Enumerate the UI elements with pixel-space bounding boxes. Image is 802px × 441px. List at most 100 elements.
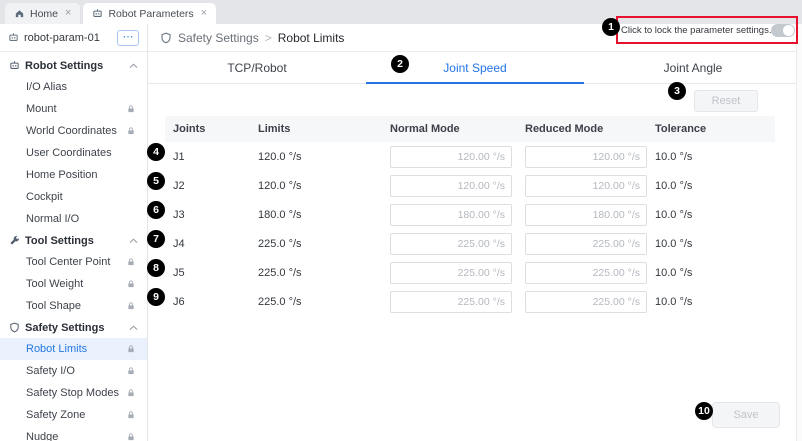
item-label: Home Position bbox=[26, 169, 98, 181]
joint-label: J5 bbox=[165, 267, 250, 279]
sidebar-item-robot-limits[interactable]: Robot Limits bbox=[0, 338, 147, 360]
sidebar-section-tool-settings[interactable]: Tool Settings bbox=[0, 230, 147, 251]
lock-settings-banner: Click to lock the parameter settings. bbox=[621, 22, 793, 38]
wrench-icon bbox=[9, 235, 20, 246]
normal-mode-input-j1[interactable] bbox=[390, 146, 512, 168]
sidebar-item-safety-io[interactable]: Safety I/O bbox=[0, 360, 147, 382]
lock-icon bbox=[126, 366, 136, 376]
close-icon[interactable]: × bbox=[201, 8, 207, 19]
vertical-scrollbar[interactable] bbox=[796, 24, 802, 441]
tab-joint-speed[interactable]: Joint Speed bbox=[366, 52, 584, 83]
app-body: robot-param-01 ⋯ Robot Settings I/O Alia… bbox=[0, 24, 802, 441]
sidebar-item-tool-center-point[interactable]: Tool Center Point bbox=[0, 251, 147, 273]
parameter-tabs: TCP/Robot Joint Speed Joint Angle bbox=[148, 52, 802, 84]
lock-settings-hint: Click to lock the parameter settings. bbox=[621, 25, 771, 36]
joint-speed-table: Joints Limits Normal Mode Reduced Mode T… bbox=[165, 116, 775, 316]
reduced-mode-input-j5[interactable] bbox=[525, 262, 647, 284]
table-row-j1: J1 120.0 °/s 10.0 °/s bbox=[165, 142, 775, 171]
reduced-mode-input-j3[interactable] bbox=[525, 204, 647, 226]
sidebar-item-world-coordinates[interactable]: World Coordinates bbox=[0, 120, 147, 142]
item-label: Safety I/O bbox=[26, 365, 75, 377]
limit-value: 120.0 °/s bbox=[250, 180, 382, 192]
breadcrumb-current: Robot Limits bbox=[278, 31, 345, 45]
sidebar-nav: Robot Settings I/O Alias Mount World Coo… bbox=[0, 52, 147, 441]
column-header-reduced-mode: Reduced Mode bbox=[517, 123, 647, 135]
sidebar-item-home-position[interactable]: Home Position bbox=[0, 164, 147, 186]
sidebar-item-user-coordinates[interactable]: User Coordinates bbox=[0, 142, 147, 164]
tab-label: TCP/Robot bbox=[227, 61, 286, 75]
chevron-up-icon bbox=[129, 325, 138, 331]
home-icon bbox=[14, 8, 25, 19]
robot-icon bbox=[92, 8, 103, 19]
tolerance-value: 10.0 °/s bbox=[647, 267, 775, 279]
table-row-j5: J5 225.0 °/s 10.0 °/s bbox=[165, 258, 775, 287]
table-row-j4: J4 225.0 °/s 10.0 °/s bbox=[165, 229, 775, 258]
joint-label: J3 bbox=[165, 209, 250, 221]
lock-icon bbox=[126, 388, 136, 398]
tolerance-value: 10.0 °/s bbox=[647, 296, 775, 308]
breadcrumb-parent[interactable]: Safety Settings bbox=[178, 31, 259, 45]
sidebar-item-normal-io[interactable]: Normal I/O bbox=[0, 208, 147, 230]
sidebar-section-robot-settings[interactable]: Robot Settings bbox=[0, 55, 147, 76]
item-label: Mount bbox=[26, 103, 57, 115]
item-label: Safety Zone bbox=[26, 409, 85, 421]
window-tabbar: Home × Robot Parameters × bbox=[0, 0, 802, 24]
sidebar-section-safety-settings[interactable]: Safety Settings bbox=[0, 317, 147, 338]
window-tab-label: Home bbox=[30, 8, 58, 20]
column-header-tolerance: Tolerance bbox=[647, 123, 775, 135]
item-label: I/O Alias bbox=[26, 81, 67, 93]
item-label: Normal I/O bbox=[26, 213, 79, 225]
window-tab-robot-parameters[interactable]: Robot Parameters × bbox=[83, 3, 216, 24]
table-row-j6: J6 225.0 °/s 10.0 °/s bbox=[165, 287, 775, 316]
app-window: Home × Robot Parameters × robot-param-01… bbox=[0, 0, 802, 441]
joint-label: J4 bbox=[165, 238, 250, 250]
window-tab-home[interactable]: Home × bbox=[5, 3, 80, 24]
reduced-mode-input-j4[interactable] bbox=[525, 233, 647, 255]
limit-value: 225.0 °/s bbox=[250, 296, 382, 308]
sidebar-item-io-alias[interactable]: I/O Alias bbox=[0, 76, 147, 98]
sidebar-item-tool-weight[interactable]: Tool Weight bbox=[0, 273, 147, 295]
item-label: Safety Stop Modes bbox=[26, 387, 119, 399]
lock-icon bbox=[126, 126, 136, 136]
limit-value: 120.0 °/s bbox=[250, 151, 382, 163]
tolerance-value: 10.0 °/s bbox=[647, 151, 775, 163]
toggle-knob bbox=[783, 25, 794, 36]
close-icon[interactable]: × bbox=[65, 8, 71, 19]
normal-mode-input-j2[interactable] bbox=[390, 175, 512, 197]
sidebar-item-cockpit[interactable]: Cockpit bbox=[0, 186, 147, 208]
tab-tcp-robot[interactable]: TCP/Robot bbox=[148, 52, 366, 83]
normal-mode-input-j6[interactable] bbox=[390, 291, 512, 313]
reduced-mode-input-j6[interactable] bbox=[525, 291, 647, 313]
normal-mode-input-j3[interactable] bbox=[390, 204, 512, 226]
reduced-mode-input-j2[interactable] bbox=[525, 175, 647, 197]
lock-toggle[interactable] bbox=[771, 24, 795, 37]
more-options-button[interactable]: ⋯ bbox=[117, 30, 139, 46]
sidebar-item-nudge[interactable]: Nudge bbox=[0, 426, 147, 441]
sidebar-item-safety-stop-modes[interactable]: Safety Stop Modes bbox=[0, 382, 147, 404]
limit-value: 225.0 °/s bbox=[250, 238, 382, 250]
sidebar-item-safety-zone[interactable]: Safety Zone bbox=[0, 404, 147, 426]
item-label: World Coordinates bbox=[26, 125, 117, 137]
tab-label: Joint Angle bbox=[664, 61, 723, 75]
joint-label: J2 bbox=[165, 180, 250, 192]
device-name: robot-param-01 bbox=[24, 32, 112, 44]
normal-mode-input-j4[interactable] bbox=[390, 233, 512, 255]
reset-button[interactable]: Reset bbox=[694, 90, 758, 112]
reset-row: Reset bbox=[148, 84, 802, 114]
chevron-up-icon bbox=[129, 63, 138, 69]
item-label: Tool Center Point bbox=[26, 256, 110, 268]
sidebar-item-tool-shape[interactable]: Tool Shape bbox=[0, 295, 147, 317]
item-label: Tool Weight bbox=[26, 278, 83, 290]
tab-joint-angle[interactable]: Joint Angle bbox=[584, 52, 802, 83]
shield-icon bbox=[160, 32, 172, 44]
save-button[interactable]: Save bbox=[712, 402, 780, 428]
tab-label: Joint Speed bbox=[443, 61, 506, 75]
sidebar-item-mount[interactable]: Mount bbox=[0, 98, 147, 120]
normal-mode-input-j5[interactable] bbox=[390, 262, 512, 284]
reduced-mode-input-j1[interactable] bbox=[525, 146, 647, 168]
breadcrumb-separator: > bbox=[265, 31, 272, 45]
lock-icon bbox=[126, 301, 136, 311]
lock-icon bbox=[126, 410, 136, 420]
item-label: Cockpit bbox=[26, 191, 63, 203]
column-header-joints: Joints bbox=[165, 123, 250, 135]
